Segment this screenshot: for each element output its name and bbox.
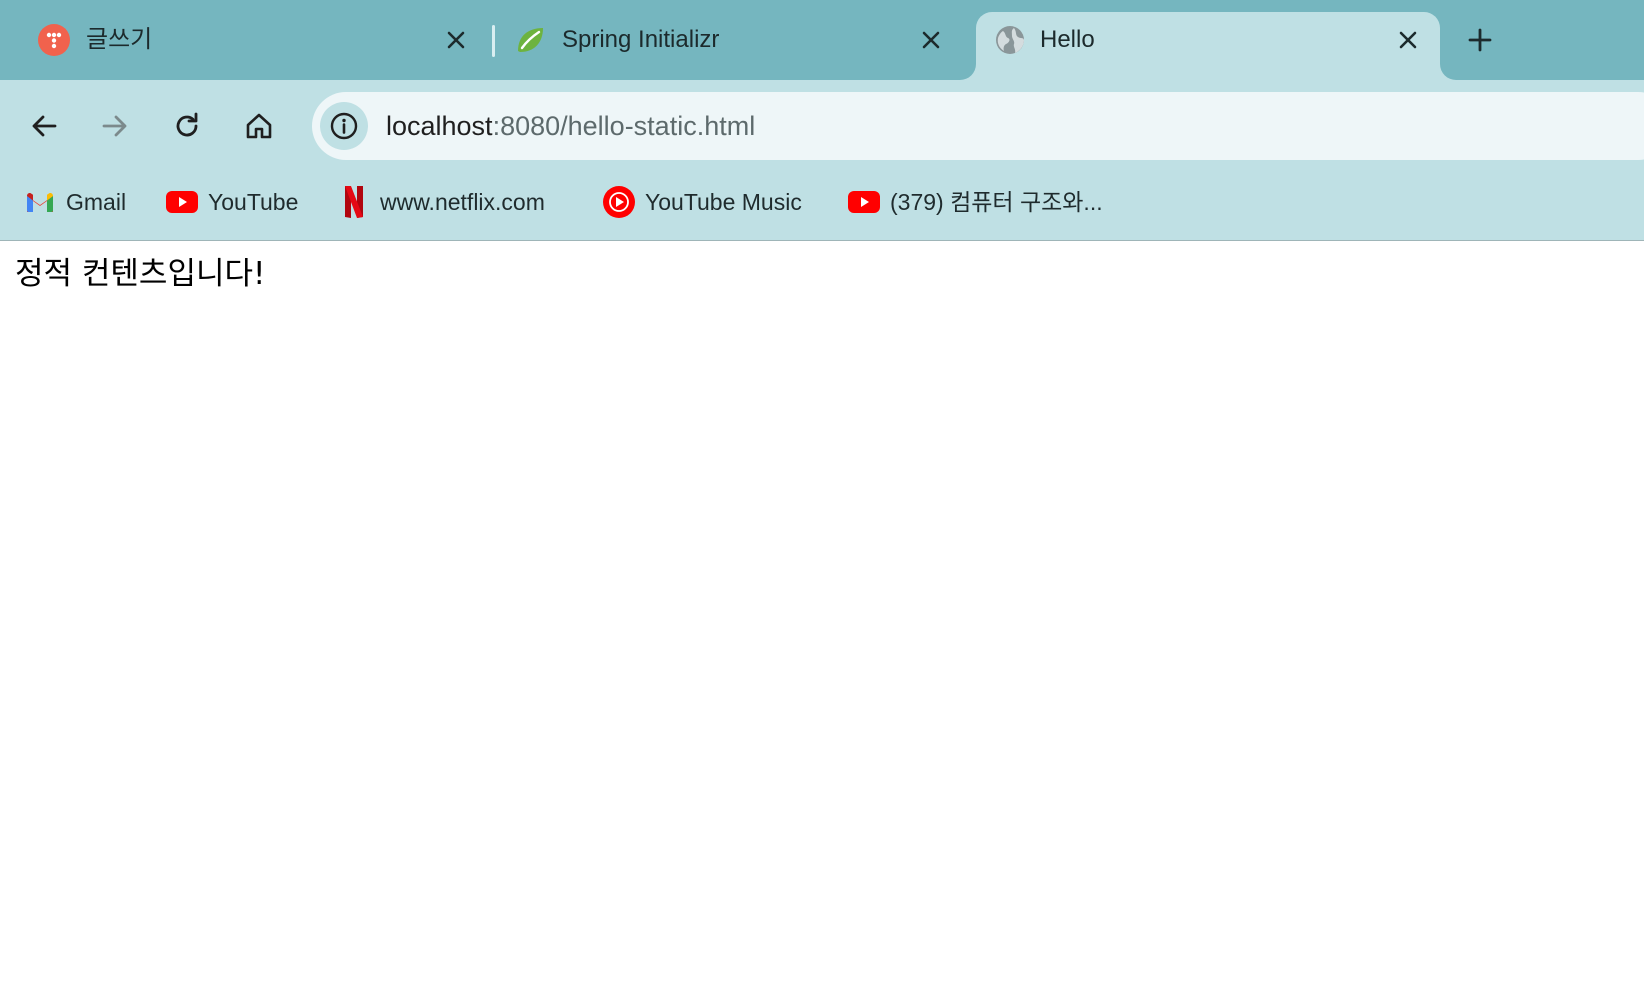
page-content: 정적 컨텐츠입니다! bbox=[0, 241, 1644, 988]
bookmark-label: www.netflix.com bbox=[380, 189, 545, 215]
url-text[interactable]: localhost:8080/hello-static.html bbox=[386, 109, 755, 143]
bookmark-youtube[interactable]: YouTube bbox=[166, 184, 298, 220]
reload-button[interactable] bbox=[165, 104, 209, 148]
tab-separator bbox=[492, 25, 495, 57]
youtube-icon bbox=[848, 186, 880, 218]
tab-strip: 글쓰기 Spring Initializr Hello bbox=[0, 0, 1644, 92]
bookmark-label: Gmail bbox=[66, 189, 127, 215]
tab-title: Spring Initializr bbox=[562, 26, 720, 53]
close-icon[interactable] bbox=[915, 24, 947, 56]
youtube-icon bbox=[166, 186, 198, 218]
page-text: 정적 컨텐츠입니다! bbox=[15, 256, 266, 292]
info-icon bbox=[330, 112, 358, 140]
bookmark-label: YouTube Music bbox=[645, 189, 802, 215]
close-icon[interactable] bbox=[1392, 24, 1424, 56]
home-button[interactable] bbox=[237, 104, 281, 148]
home-icon bbox=[246, 113, 272, 139]
forward-button[interactable] bbox=[93, 104, 137, 148]
bookmark-label: (379) 컴퓨터 구조와... bbox=[890, 189, 1103, 215]
reload-icon bbox=[176, 112, 198, 137]
new-tab-button[interactable] bbox=[1462, 22, 1498, 58]
globe-icon bbox=[994, 24, 1026, 56]
site-info-button[interactable] bbox=[320, 102, 368, 150]
address-bar[interactable]: localhost:8080/hello-static.html bbox=[312, 92, 1644, 160]
gmail-icon bbox=[24, 186, 56, 218]
tab-title: Hello bbox=[1040, 26, 1095, 53]
arrow-right-icon bbox=[102, 115, 127, 137]
bookmarks-bar: Gmail YouTube www.netflix.com YouTube Mu… bbox=[0, 176, 1644, 228]
bookmark-youtube-video[interactable]: (379) 컴퓨터 구조와... bbox=[848, 184, 1103, 220]
plus-icon bbox=[1468, 28, 1492, 52]
url-host: localhost bbox=[386, 111, 493, 141]
back-button[interactable] bbox=[22, 104, 66, 148]
tab-title: 글쓰기 bbox=[86, 26, 153, 53]
close-icon[interactable] bbox=[440, 24, 472, 56]
spring-leaf-icon bbox=[514, 24, 546, 56]
url-path: :8080/hello-static.html bbox=[492, 111, 756, 141]
bookmark-gmail[interactable]: Gmail bbox=[24, 184, 126, 220]
bookmark-netflix[interactable]: www.netflix.com bbox=[338, 184, 545, 220]
tistory-icon bbox=[38, 24, 70, 56]
bookmark-youtube-music[interactable]: YouTube Music bbox=[603, 184, 802, 220]
tab-write[interactable]: 글쓰기 bbox=[24, 12, 476, 80]
arrow-left-icon bbox=[32, 115, 57, 137]
browser-toolbar: localhost:8080/hello-static.html Gmail Y… bbox=[0, 80, 1644, 240]
tab-spring-initializr[interactable]: Spring Initializr bbox=[500, 12, 952, 80]
bookmark-label: YouTube bbox=[208, 189, 299, 215]
netflix-icon bbox=[338, 186, 370, 218]
youtube-music-icon bbox=[603, 186, 635, 218]
